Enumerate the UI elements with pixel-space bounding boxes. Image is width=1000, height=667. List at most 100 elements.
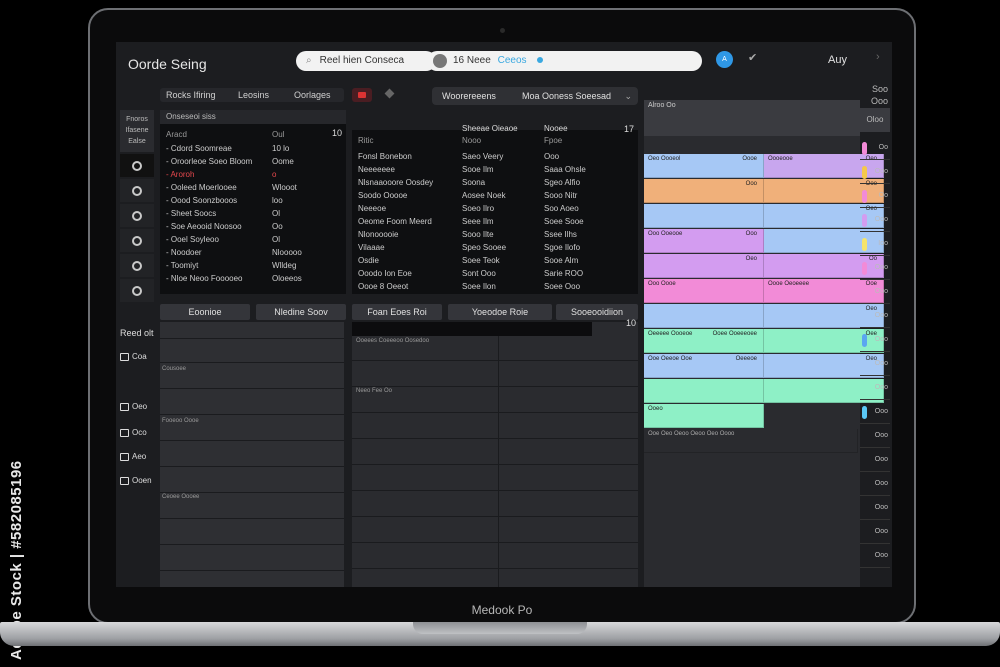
laptop-frame: Oorde Seing ⌕ Reel hien Conseca 16 Neee C… <box>88 8 916 624</box>
bottom-left-item[interactable]: Oco <box>120 428 147 437</box>
diamond-icon[interactable] <box>384 88 395 99</box>
nav-item-3[interactable] <box>120 204 154 227</box>
calendar-event[interactable]: Oeo Oooeol Oooe <box>644 154 764 178</box>
bottom-left-item[interactable]: Coa <box>120 352 147 361</box>
calendar-event[interactable] <box>644 204 764 228</box>
tag-icon <box>120 476 129 485</box>
timeline-slot[interactable]: Ooo <box>860 162 890 184</box>
timeline-slot[interactable]: Ooo <box>860 474 890 496</box>
calendar-event[interactable]: Ooo <box>644 179 764 203</box>
circle-icon <box>132 260 142 271</box>
event-marker <box>862 238 867 251</box>
calendar-event[interactable] <box>644 379 764 403</box>
event-marker <box>862 142 867 155</box>
list-item[interactable]: Ooodo Ion Eoe Sont Ooo Sarie ROO <box>352 269 638 282</box>
timeline-slot[interactable]: Ooo <box>860 546 890 568</box>
record-button[interactable] <box>352 88 372 102</box>
tab-leosins[interactable]: Leosins <box>238 88 269 102</box>
nav-item-4[interactable] <box>120 229 154 252</box>
bottom-left-item[interactable]: Ooen <box>120 476 152 485</box>
schedule-grid-center: 10 Ooeees Coeeeoo Oosedoo Neeo Fee Oo <box>352 318 638 587</box>
timeline-slot[interactable]: Ooo <box>860 306 890 328</box>
calendar-event[interactable]: Ooeo <box>644 404 764 428</box>
list-item[interactable]: Oeome Foom Meerd Seee Ilm Soee Sooe <box>352 217 638 230</box>
timeline-slot[interactable]: Oo <box>860 138 890 160</box>
record-icon <box>358 92 366 98</box>
calendar-header: Alroo Oo <box>644 100 860 136</box>
list-item[interactable]: - Ooel Soyleoo Ol <box>160 235 346 248</box>
event-marker <box>862 190 867 203</box>
calendar-panel: Alroo Oo Oeo OooeolOooeOooeooeOeoOooOooO… <box>644 100 884 587</box>
items-count: 10 <box>332 128 343 138</box>
status-pill[interactable]: 16 Neee Ceeos <box>427 51 702 71</box>
list-item[interactable]: - Soe Aeooid Noosoo Oo <box>160 222 346 235</box>
nav-item-6[interactable] <box>120 279 154 302</box>
list-item[interactable]: - Ooleed Moerlooee Wlooot <box>160 183 346 196</box>
search-pill[interactable]: ⌕ Reel hien Conseca <box>296 51 436 71</box>
calendar-event[interactable]: Oeeeee Oooeoe Ooee Ooeeeoee <box>644 329 764 353</box>
action-button-1[interactable]: Eoonioe <box>160 304 250 320</box>
nav-item-1[interactable] <box>120 154 154 177</box>
nav-item-2[interactable] <box>120 179 154 202</box>
timeline-slot[interactable]: Oo <box>860 186 890 208</box>
list-item[interactable]: - Toomiyt Wlldeg <box>160 261 346 274</box>
tab-rocks[interactable]: Rocks Ifiring <box>166 88 216 102</box>
list-item[interactable]: - Sheet Soocs Ol <box>160 209 346 222</box>
calendar-event[interactable]: Ooe Oeo Oeoo Oeoo Oeo Oooo <box>644 429 858 453</box>
list-item[interactable]: Fonsl Bonebon Saeo Veery Ooo <box>352 152 638 165</box>
list-item[interactable]: - Aroroh o <box>160 170 346 183</box>
timeline-slot[interactable]: Ooo <box>860 282 890 304</box>
tag-icon <box>120 452 129 461</box>
check-icon[interactable]: ✔ <box>748 51 757 64</box>
timeline-slot[interactable]: Ooo <box>860 498 890 520</box>
view-dropdown[interactable]: Woorereeens Moa Ooness Soeesad ⌄ <box>432 87 638 105</box>
list-item[interactable]: Oooe 8 Oeeot Soee Ilon Soee Ooo <box>352 282 638 295</box>
calendar-event[interactable]: Ooo Oooe <box>644 279 764 303</box>
timeline-slot[interactable]: Ooo <box>860 330 890 352</box>
tag-icon <box>120 402 129 411</box>
list-item[interactable]: Vilaaae Speo Sooee Sgoe Ilofo <box>352 243 638 256</box>
list-item[interactable]: Soodo Ooooe Aosee Noek Sooo Nitr <box>352 191 638 204</box>
user-name[interactable]: Auy <box>828 54 847 66</box>
circle-icon <box>132 210 142 221</box>
list-item[interactable]: - Nloe Neoo Fooooeo Oloeeos <box>160 274 346 287</box>
top-bar: Oorde Seing ⌕ Reel hien Conseca 16 Neee C… <box>116 42 892 86</box>
list-item[interactable]: Neeeoe Soeo Ilro Soo Aoeo <box>352 204 638 217</box>
list-item[interactable]: - Noodoer Nlooooo <box>160 248 346 261</box>
chevron-right-icon[interactable]: › <box>876 51 880 63</box>
status-dot <box>537 57 544 64</box>
list-item[interactable]: Osdie Soee Teok Sooe Alm <box>352 256 638 269</box>
timeline-slot[interactable]: Ioo <box>860 234 890 256</box>
timeline-slot[interactable]: Ooo <box>860 258 890 280</box>
action-button-2[interactable]: Nledine Soov <box>256 304 346 320</box>
tab-oorlages[interactable]: Oorlages <box>294 88 331 102</box>
timeline-selected[interactable]: Oloo <box>860 108 890 132</box>
calendar-event[interactable]: Oeo <box>644 254 764 278</box>
app-title: Oorde Seing <box>128 56 207 72</box>
timeline-slot[interactable]: Ooo <box>860 426 890 448</box>
calendar-event[interactable]: Ooo Ooeooe Ooo <box>644 229 764 253</box>
list-item[interactable]: Neeeeeee Sooe Ilm Saaa Ohsle <box>352 165 638 178</box>
timeline-column: Soo Ooo Oloo Oo Ooo Oo Ooo Ioo Ooo Ooo Ooo Ooo Oo… <box>860 78 890 587</box>
nav-item-5[interactable] <box>120 254 154 277</box>
circle-icon <box>132 285 142 296</box>
bottom-left-item[interactable]: Oeo <box>120 402 147 411</box>
timeline-slot[interactable]: Ooo <box>860 402 890 424</box>
timeline-slot[interactable]: Ooo <box>860 450 890 472</box>
timeline-slot[interactable]: Ooo <box>860 210 890 232</box>
bottom-left-item[interactable]: Aeo <box>120 452 146 461</box>
blue-action-button[interactable]: A <box>716 51 733 68</box>
timeline-slot[interactable]: Ooo <box>860 378 890 400</box>
list-item[interactable]: Nlonooooie Sooo Ilte Ssee Ilhs <box>352 230 638 243</box>
calendar-event[interactable] <box>644 304 764 328</box>
chevron-down-icon: ⌄ <box>624 91 632 101</box>
list-item[interactable]: - Oood Soonzbooos loo <box>160 196 346 209</box>
list-item[interactable]: - Oroorleoe Soeo Bloom Oome <box>160 157 346 170</box>
timeline-slot[interactable]: Ooo <box>860 522 890 544</box>
timeline-slot[interactable]: Ooo <box>860 354 890 376</box>
calendar-event[interactable]: Ooe Oeeoe Ooe Oeeeoe <box>644 354 764 378</box>
action-button-3[interactable]: Foan Eoes Roi <box>352 304 442 320</box>
list-item[interactable]: - Cdord Soomreae 10 lo <box>160 144 346 157</box>
list-item[interactable]: Nlsnaaooore Oosdey Soona Sgeo Alfio <box>352 178 638 191</box>
action-button-4[interactable]: Yoeodoe Roie <box>448 304 552 320</box>
